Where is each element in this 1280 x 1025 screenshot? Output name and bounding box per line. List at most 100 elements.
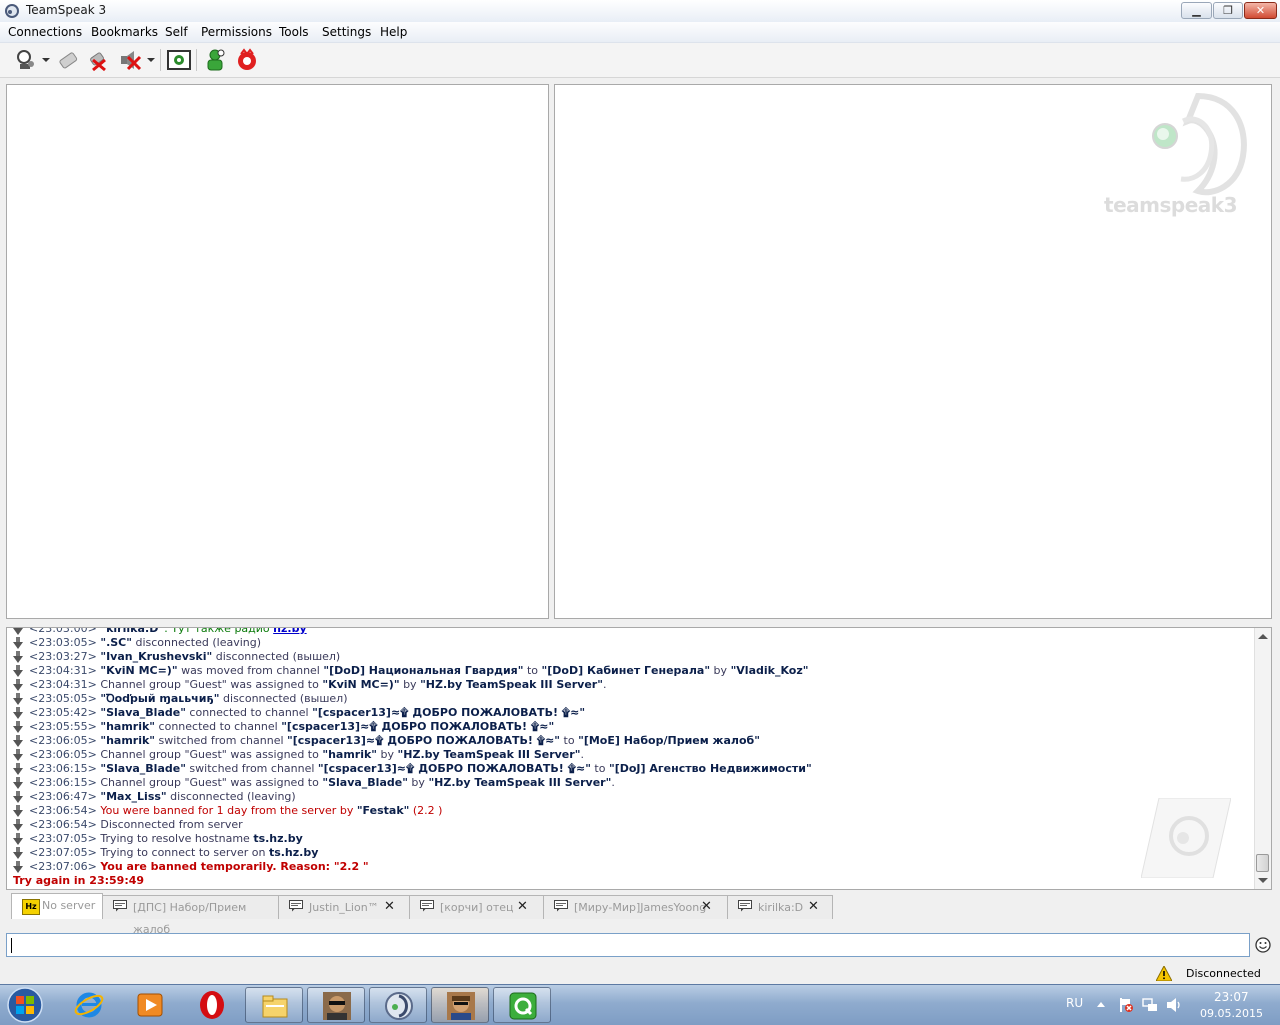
menu-tools[interactable]: Tools bbox=[279, 25, 309, 39]
scroll-down-arrow[interactable] bbox=[1258, 878, 1268, 883]
tab-close-icon[interactable]: ✕ bbox=[384, 896, 395, 918]
log-text: "Slava_Blade" bbox=[322, 776, 408, 789]
tray-network-icon[interactable] bbox=[1142, 997, 1158, 1013]
log-text: "HZ.by TeamSpeak III Server" bbox=[420, 678, 603, 691]
channel-tree-panel[interactable] bbox=[6, 84, 549, 619]
chat-input[interactable] bbox=[6, 933, 1250, 957]
log-text: Trying to resolve hostname bbox=[100, 832, 254, 845]
connect-icon[interactable] bbox=[14, 48, 38, 72]
log-scrollbar[interactable] bbox=[1254, 628, 1271, 889]
log-text: "Vladik_Koz" bbox=[730, 664, 809, 677]
log-text: connected to channel bbox=[155, 720, 282, 733]
menu-bookmarks[interactable]: Bookmarks bbox=[91, 25, 158, 39]
taskbar-media-player[interactable] bbox=[121, 987, 179, 1023]
chat-icon bbox=[420, 900, 434, 912]
log-timestamp: <23:06:15> bbox=[29, 762, 101, 775]
tray-clock-time[interactable]: 23:07 bbox=[1214, 990, 1249, 1004]
taskbar-game-app-active[interactable] bbox=[431, 987, 489, 1023]
log-line: <23:06:54> You were banned for 1 day fro… bbox=[7, 804, 1247, 818]
mute-speakers-icon[interactable] bbox=[118, 48, 142, 72]
log-text: ".SC" bbox=[100, 636, 132, 649]
taskbar-teamspeak[interactable] bbox=[369, 987, 427, 1023]
qip-icon bbox=[509, 992, 537, 1020]
text-caret bbox=[11, 938, 12, 953]
menu-permissions[interactable]: Permissions bbox=[201, 25, 272, 39]
log-timestamp: <23:03:00> bbox=[29, 627, 101, 635]
chat-tab[interactable]: [ДПС] Набор/Прием жалоб bbox=[102, 895, 279, 936]
connect-dropdown-arrow[interactable] bbox=[42, 58, 50, 62]
away-status-icon[interactable] bbox=[167, 48, 191, 72]
mute-microphone-icon[interactable] bbox=[87, 48, 111, 72]
log-event-arrow-icon bbox=[13, 749, 23, 761]
chat-icon bbox=[554, 900, 568, 912]
emoticons-icon[interactable] bbox=[1255, 937, 1271, 953]
log-line: <23:05:05> "Ꝺоďрый ɱаʟьчиҕ" disconnected… bbox=[7, 692, 1247, 706]
log-event-arrow-icon bbox=[13, 833, 23, 845]
tray-language[interactable]: RU bbox=[1066, 996, 1083, 1010]
menu-self[interactable]: Self bbox=[165, 25, 188, 39]
log-text: to bbox=[560, 734, 579, 747]
log-line: <23:05:55> "hamrik" connected to channel… bbox=[7, 720, 1247, 734]
tray-volume-icon[interactable] bbox=[1166, 997, 1182, 1013]
scroll-up-arrow[interactable] bbox=[1258, 634, 1268, 639]
restore-button[interactable]: ❐ bbox=[1213, 2, 1243, 19]
chat-log-panel[interactable]: <23:03:00> "kirilka:D": Тут также радио … bbox=[6, 627, 1272, 890]
chat-icon bbox=[289, 900, 303, 912]
chat-tab[interactable]: [Миру-Мир]JamesYoong ✕ bbox=[543, 895, 728, 919]
taskbar-internet-explorer[interactable] bbox=[60, 987, 118, 1023]
menu-connections[interactable]: Connections bbox=[8, 25, 82, 39]
log-text: "[MoE] Набор/Прием жалоб" bbox=[578, 734, 760, 747]
close-window-button[interactable]: ✕ bbox=[1244, 2, 1277, 19]
tray-show-hidden-icons[interactable] bbox=[1097, 1002, 1105, 1007]
opera-icon bbox=[200, 991, 224, 1019]
menu-help[interactable]: Help bbox=[380, 25, 407, 39]
chat-tab[interactable]: [корчи] отец ✕ bbox=[409, 895, 544, 919]
log-line: <23:04:31> "KviN MC=)" was moved from ch… bbox=[7, 664, 1247, 678]
chat-tab[interactable]: Hz No server bbox=[11, 893, 103, 919]
taskbar-game-app[interactable] bbox=[307, 987, 365, 1023]
log-link[interactable]: hz.by bbox=[273, 628, 306, 635]
hotkey-icon[interactable] bbox=[235, 48, 259, 72]
log-line: <23:06:05> Channel group "Guest" was ass… bbox=[7, 748, 1247, 762]
tray-flag-alert-icon[interactable] bbox=[1118, 997, 1134, 1013]
log-text: switched from channel bbox=[155, 734, 288, 747]
menu-settings[interactable]: Settings bbox=[322, 25, 371, 39]
tab-close-icon[interactable]: ✕ bbox=[517, 896, 528, 918]
log-text: "kirilka:D" bbox=[100, 627, 165, 635]
log-event-arrow-icon bbox=[13, 819, 23, 831]
start-button-icon[interactable] bbox=[3, 986, 47, 1024]
log-text: ts.hz.by bbox=[253, 832, 303, 845]
scroll-thumb[interactable] bbox=[1256, 854, 1269, 872]
log-timestamp: <23:04:31> bbox=[29, 678, 101, 691]
log-event-arrow-icon bbox=[13, 628, 23, 635]
chat-tab[interactable]: Justin_Lion™ ✕ bbox=[278, 895, 410, 919]
tray-clock-date[interactable]: 09.05.2015 bbox=[1200, 1007, 1263, 1020]
log-timestamp: <23:04:31> bbox=[29, 664, 101, 677]
server-info-panel: teamspeak3 bbox=[554, 84, 1272, 619]
tab-close-icon[interactable]: ✕ bbox=[808, 896, 819, 918]
folder-icon bbox=[262, 995, 288, 1018]
chat-tab[interactable]: kirilka:D ✕ bbox=[727, 895, 833, 919]
log-timestamp: <23:05:42> bbox=[29, 706, 101, 719]
channel-commander-icon[interactable] bbox=[203, 48, 227, 72]
log-text: You are banned temporarily. Reason: "2.2… bbox=[100, 860, 369, 873]
chat-icon bbox=[738, 900, 752, 912]
taskbar-opera[interactable] bbox=[183, 987, 241, 1023]
game-avatar-icon bbox=[323, 992, 351, 1020]
log-text: disconnected (leaving) bbox=[131, 636, 262, 649]
log-line: <23:03:27> "Ivan_Krushevski" disconnecte… bbox=[7, 650, 1247, 664]
taskbar-explorer[interactable] bbox=[245, 987, 303, 1023]
minimize-button[interactable]: ▁ bbox=[1181, 2, 1212, 19]
log-text: "hamrik" bbox=[100, 720, 156, 733]
disconnect-icon[interactable] bbox=[56, 48, 80, 72]
log-text: Channel group "Guest" was assigned to bbox=[100, 748, 323, 761]
log-text: by bbox=[399, 678, 421, 691]
taskbar-qip[interactable] bbox=[493, 987, 551, 1023]
speakers-dropdown-arrow[interactable] bbox=[147, 58, 155, 62]
log-text: disconnected (leaving) bbox=[166, 790, 296, 803]
internet-explorer-icon bbox=[74, 992, 104, 1018]
tab-close-icon[interactable]: ✕ bbox=[701, 896, 712, 918]
log-text: by bbox=[710, 664, 731, 677]
log-text: "Ivan_Krushevski" bbox=[100, 650, 213, 663]
log-text: Channel group "Guest" was assigned to bbox=[100, 678, 323, 691]
